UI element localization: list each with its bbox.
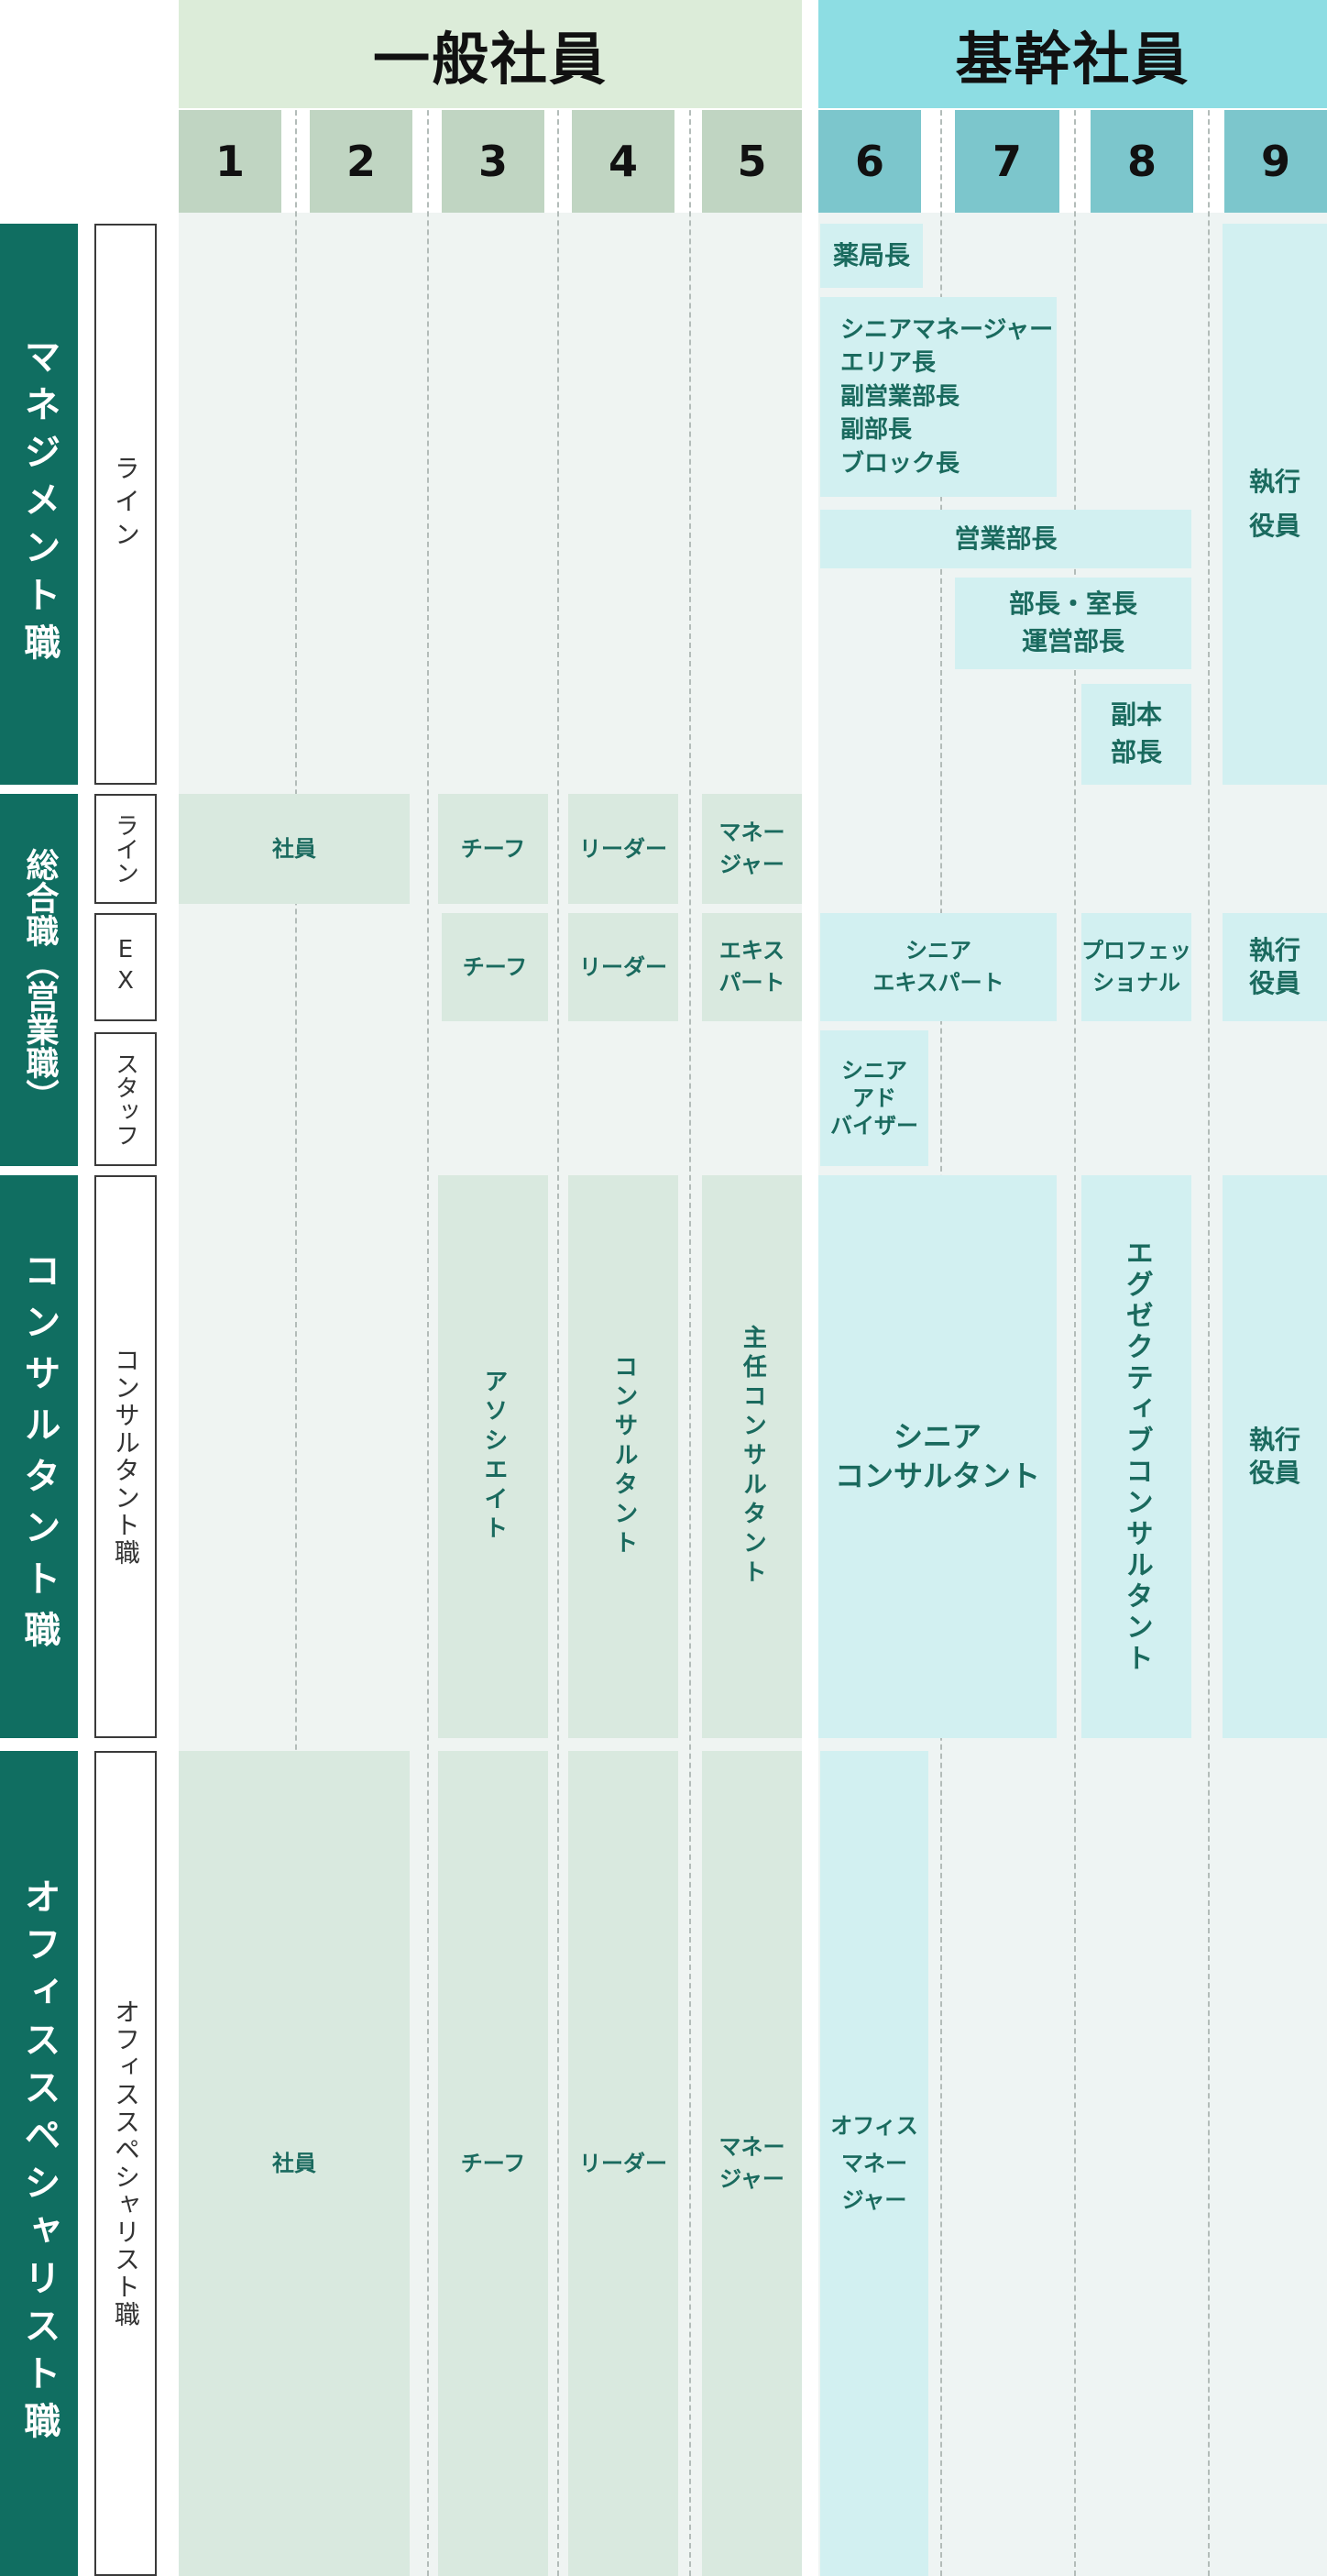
category-consultant: コンサルタント職 [0,1175,78,1738]
level-1-header: 1 [179,110,281,213]
cell-office-office-manager: オフィス マネー ジャー [820,1751,928,2576]
cell-consultant-associate: アソシエイト [438,1175,548,1738]
cell-consultant-executive: 執行 役員 [1223,1175,1327,1738]
category-office: オフィススペシャリスト職 [0,1751,78,2576]
cell-pharmacy-head: 薬局長 [820,224,923,288]
level-3-header: 3 [442,110,544,213]
column-separator [557,0,559,2576]
core-employee-header: 基幹社員 [818,0,1327,108]
cell-sogo-line-leader: リーダー [568,794,678,904]
cell-director: 部長・室長 運営部長 [955,578,1191,669]
column-separator [689,0,691,2576]
subcategory-consultant: コンサルタント職 [94,1175,157,1738]
level-8-header: 8 [1091,110,1193,213]
cell-sogo-ex-professional: プロフェッ ショナル [1081,913,1191,1021]
cell-sogo-ex-leader: リーダー [568,913,678,1021]
subcategory-sogo-staff: スタッフ [94,1032,157,1166]
column-separator [427,0,429,2576]
general-employee-header: 一般社員 [179,0,802,108]
level-6-header: 6 [818,110,921,213]
cell-office-staff: 社員 [179,1751,410,2576]
subcategory-office: オフィススペシャリスト職 [94,1751,157,2576]
cell-office-leader: リーダー [568,1751,678,2576]
column-separator [1208,0,1210,2576]
cell-sogo-staff-senior-advisor: シニア アド バイザー [820,1030,928,1166]
cell-sogo-ex-expert: エキス パート [702,913,802,1021]
cell-sogo-line-manager: マネー ジャー [702,794,802,904]
cell-consultant-senior-consultant: シニア コンサルタント [818,1175,1057,1738]
cell-office-chief: チーフ [438,1751,548,2576]
level-2-header: 2 [310,110,412,213]
cell-sogo-line-staff: 社員 [179,794,410,904]
cell-senior-manager-group: シニアマネージャー エリア長 副営業部長 副部長 ブロック長 [820,297,1057,497]
cell-consultant-consultant: コンサルタント [568,1175,678,1738]
category-management: マネジメント職 [0,224,78,785]
subcategory-management-line: ライン [94,224,157,785]
level-9-header: 9 [1224,110,1327,213]
cell-sogo-ex-senior-expert: シニア エキスパート [820,913,1057,1021]
subcategory-sogo-ex: EX [94,913,157,1021]
cell-sogo-line-chief: チーフ [438,794,548,904]
cell-consultant-executive-consultant: エグゼクティブコンサルタント [1081,1175,1191,1738]
level-4-header: 4 [572,110,674,213]
column-separator [1074,0,1076,2576]
cell-consultant-chief-consultant: 主任コンサルタント [702,1175,802,1738]
cell-office-manager: マネー ジャー [702,1751,802,2576]
subcategory-sogo-line: ライン [94,794,157,904]
cell-sales-director: 営業部長 [820,510,1191,568]
level-7-header: 7 [955,110,1059,213]
cell-deputy-head: 副本 部長 [1081,684,1191,785]
cell-sogo-ex-chief: チーフ [442,913,548,1021]
cell-sogo-ex-executive: 執行 役員 [1223,913,1327,1021]
level-5-header: 5 [702,110,802,213]
category-sogo: 総合職（営業職） [0,794,78,1166]
cell-management-executive: 執行 役員 [1223,224,1327,785]
